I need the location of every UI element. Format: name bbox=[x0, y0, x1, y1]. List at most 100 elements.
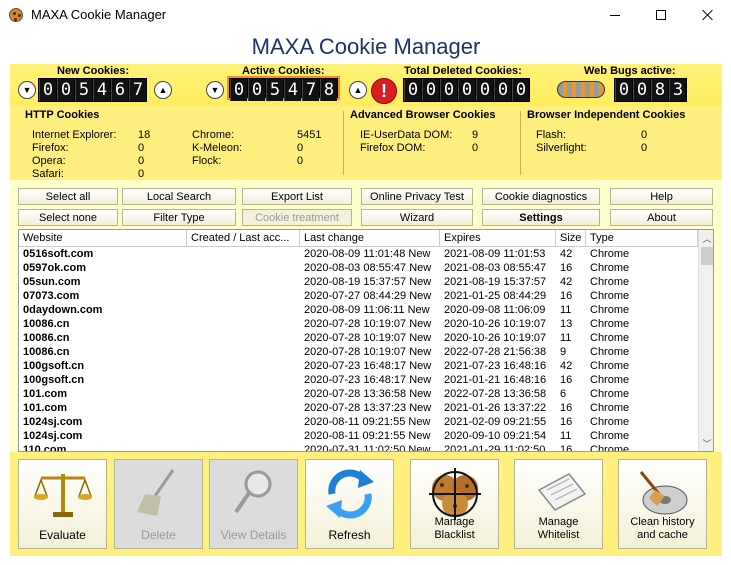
manage-whitelist-label: Manage Whitelist bbox=[537, 516, 580, 541]
table-row[interactable]: 10086.cn 2020-07-28 10:19:07 New 2020-10-2… bbox=[19, 317, 698, 331]
stat-label: Safari: bbox=[32, 168, 64, 180]
table-row[interactable]: 101.com 2020-07-28 13:36:58 New 2022-07-28… bbox=[19, 387, 698, 401]
cell-size: 6 bbox=[560, 388, 567, 400]
column-header-size[interactable]: Size bbox=[556, 230, 586, 247]
new-cookies-down-button[interactable]: ▼ bbox=[18, 81, 36, 99]
main-content: MAXA Cookie Manager New Cookies: ▼ 0 0 5… bbox=[10, 30, 722, 556]
cell-type: Chrome bbox=[590, 276, 630, 288]
cell-expires: 2021-01-26 13:37:22 bbox=[444, 402, 547, 414]
column-header-created[interactable]: Created / Last acc... bbox=[187, 230, 300, 247]
cell-last-change: 2020-07-28 10:19:07 New bbox=[304, 318, 432, 330]
column-header-website[interactable]: Website bbox=[19, 230, 187, 247]
window-title: MAXA Cookie Manager bbox=[31, 7, 167, 22]
stat-value: 18 bbox=[138, 129, 151, 141]
scales-icon bbox=[33, 474, 92, 517]
wizard-button[interactable]: Wizard bbox=[361, 209, 473, 226]
http-cookies-group: HTTP Cookies Internet Explorer: 18 Firef… bbox=[10, 106, 340, 180]
table-row[interactable]: 10086.cn 2020-07-28 10:19:07 New 2020-10-2… bbox=[19, 331, 698, 345]
new-cookies-label: New Cookies: bbox=[57, 65, 130, 77]
settings-button[interactable]: Settings bbox=[482, 209, 600, 226]
stat-label: Internet Explorer: bbox=[32, 129, 117, 141]
cell-website: 0597ok.com bbox=[23, 262, 86, 274]
stat-value: 0 bbox=[138, 168, 145, 180]
minimize-button[interactable] bbox=[592, 0, 638, 30]
table-header: Website Created / Last acc... Last chang… bbox=[19, 230, 698, 247]
cell-created bbox=[187, 317, 300, 331]
digit: 0 bbox=[512, 79, 529, 101]
table-row[interactable]: 1024sj.com 2020-08-11 09:21:55 New 2021-02… bbox=[19, 415, 698, 429]
scroll-thumb[interactable] bbox=[701, 247, 713, 265]
cell-size: 13 bbox=[560, 318, 573, 330]
app-header: MAXA Cookie Manager bbox=[10, 30, 722, 64]
scroll-up-icon[interactable]: ︿ bbox=[699, 230, 713, 246]
cell-type: Chrome bbox=[590, 374, 630, 386]
select-all-button[interactable]: Select all bbox=[18, 188, 118, 205]
column-header-expires[interactable]: Expires bbox=[440, 230, 556, 247]
table-row[interactable]: 100gsoft.cn 2020-07-23 16:48:17 New 2021-0… bbox=[19, 359, 698, 373]
clean-history-button[interactable]: Clean history and cache bbox=[618, 459, 707, 549]
about-button[interactable]: About bbox=[610, 209, 713, 226]
select-none-button[interactable]: Select none bbox=[18, 209, 118, 226]
local-search-button[interactable]: Local Search bbox=[122, 188, 236, 205]
maximize-button[interactable] bbox=[638, 0, 684, 30]
cell-last-change: 2020-07-27 08:44:29 New bbox=[304, 290, 432, 302]
refresh-button[interactable]: Refresh bbox=[305, 459, 394, 549]
cookies-crosshair-icon bbox=[428, 468, 481, 520]
vertical-scrollbar[interactable]: ︿ ﹀ bbox=[698, 230, 713, 451]
active-cookies-up-button[interactable]: ▲ bbox=[349, 81, 367, 99]
cookie-treatment-button[interactable]: Cookie treatment bbox=[242, 209, 352, 226]
table-body: 0516soft.com 2020-08-09 11:01:48 New 2021-… bbox=[19, 247, 698, 452]
column-header-type[interactable]: Type bbox=[586, 230, 698, 247]
cell-created bbox=[187, 373, 300, 387]
stat-value: 9 bbox=[472, 129, 479, 141]
stat-value: 0 bbox=[641, 129, 648, 141]
refresh-icon bbox=[325, 469, 374, 519]
digit: 0 bbox=[615, 79, 632, 101]
filter-type-button[interactable]: Filter Type bbox=[122, 209, 236, 226]
cell-expires: 2021-08-03 08:55:47 bbox=[444, 262, 547, 274]
table-row[interactable]: 0daydown.com 2020-08-09 11:06:11 New 2020-… bbox=[19, 303, 698, 317]
cell-type: Chrome bbox=[590, 304, 630, 316]
chevron-up-icon: ▲ bbox=[353, 85, 363, 95]
manage-whitelist-button[interactable]: Manage Whitelist bbox=[514, 459, 603, 549]
cookie-diagnostics-button[interactable]: Cookie diagnostics bbox=[482, 188, 600, 205]
table-row[interactable]: 05sun.com 2020-08-19 15:37:57 New 2021-08-… bbox=[19, 275, 698, 289]
table-row[interactable]: 10086.cn 2020-07-28 10:19:07 New 2022-07-2… bbox=[19, 345, 698, 359]
export-list-button[interactable]: Export List bbox=[242, 188, 352, 205]
new-cookies-up-button[interactable]: ▲ bbox=[154, 81, 172, 99]
table-row[interactable]: 0597ok.com 2020-08-03 08:55:47 New 2021-08… bbox=[19, 261, 698, 275]
scroll-down-icon[interactable]: ﹀ bbox=[699, 435, 713, 451]
digit: 0 bbox=[230, 79, 247, 101]
column-header-last-change[interactable]: Last change bbox=[300, 230, 440, 247]
online-privacy-test-button[interactable]: Online Privacy Test bbox=[361, 188, 473, 205]
cell-last-change: 2020-07-23 16:48:17 New bbox=[304, 374, 432, 386]
digit: 0 bbox=[494, 79, 511, 101]
warning-icon[interactable]: ! bbox=[371, 78, 397, 104]
view-details-button[interactable]: View Details bbox=[209, 459, 298, 549]
cell-expires: 2021-07-23 16:48:16 bbox=[444, 360, 547, 372]
stat-label: Firefox: bbox=[32, 142, 69, 154]
table-row[interactable]: 1024sj.com 2020-08-11 09:21:55 New 2020-09… bbox=[19, 429, 698, 443]
table-row[interactable]: 0516soft.com 2020-08-09 11:01:48 New 2021-… bbox=[19, 247, 698, 261]
help-button[interactable]: Help bbox=[610, 188, 713, 205]
evaluate-button[interactable]: Evaluate bbox=[18, 459, 107, 549]
cell-type: Chrome bbox=[590, 444, 630, 452]
table-row[interactable]: 110.com 2020-07-31 11:02:50 New 2021-01-29… bbox=[19, 443, 698, 452]
digit: 5 bbox=[266, 79, 283, 101]
table-row[interactable]: 100gsoft.cn 2020-07-23 16:48:17 New 2021-0… bbox=[19, 373, 698, 387]
disk-cleanup-icon bbox=[639, 471, 687, 515]
stat-label: Opera: bbox=[32, 155, 66, 167]
digit: 0 bbox=[458, 79, 475, 101]
cell-created bbox=[187, 303, 300, 317]
delete-button[interactable]: Delete bbox=[114, 459, 203, 549]
cell-created bbox=[187, 415, 300, 429]
table-row[interactable]: 101.com 2020-07-28 13:37:23 New 2021-01-26… bbox=[19, 401, 698, 415]
digit: 0 bbox=[404, 79, 421, 101]
manage-blacklist-button[interactable]: Manage Blacklist bbox=[410, 459, 499, 549]
table-row[interactable]: 07073.com 2020-07-27 08:44:29 New 2021-01-… bbox=[19, 289, 698, 303]
cell-expires: 2021-02-09 09:21:55 bbox=[444, 416, 547, 428]
cell-expires: 2022-07-28 21:56:38 bbox=[444, 346, 547, 358]
close-button[interactable] bbox=[685, 0, 731, 30]
cell-website: 101.com bbox=[23, 402, 68, 414]
active-cookies-down-button[interactable]: ▼ bbox=[206, 81, 224, 99]
